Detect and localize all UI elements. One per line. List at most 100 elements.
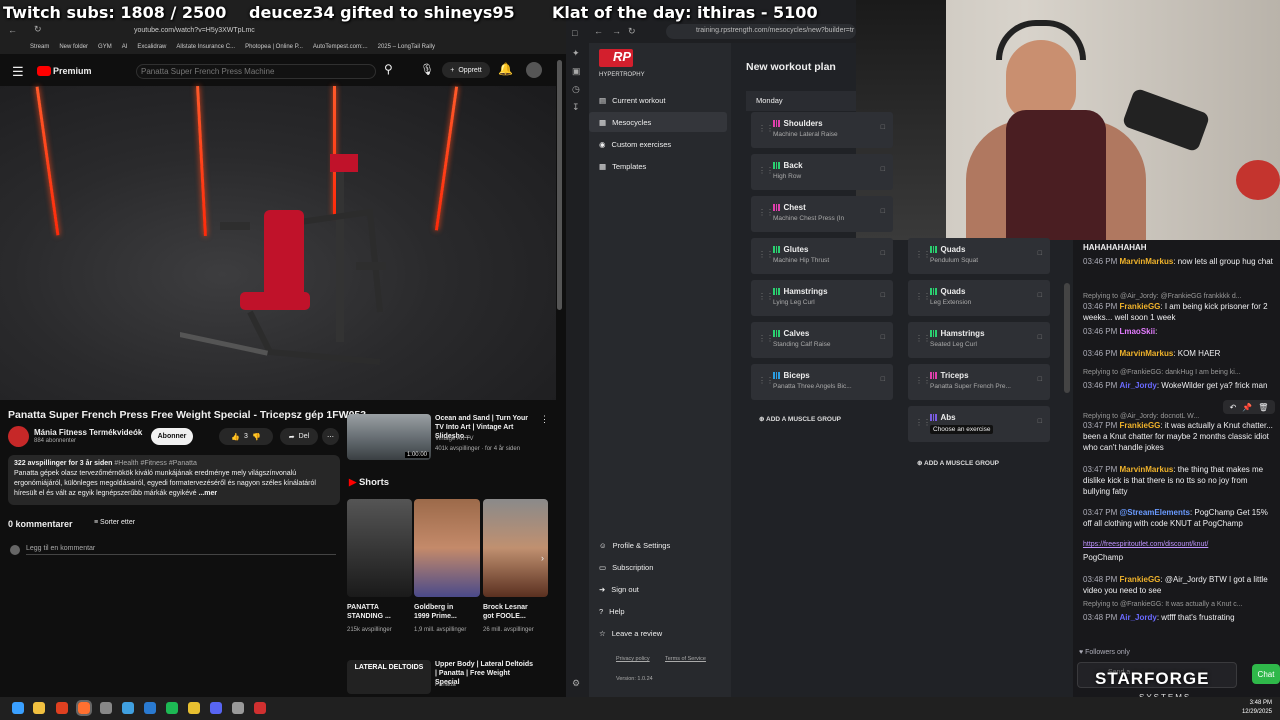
drag-handle-icon[interactable]: ⋮⋮ (758, 124, 774, 133)
microphone-icon[interactable]: 🎙 (420, 63, 434, 76)
exercise-card[interactable]: ⋮⋮ Biceps Panatta Three Angels Bic... □ (751, 364, 893, 400)
nav-sign-out[interactable]: ➜ Sign out (589, 579, 727, 599)
pin-icon[interactable]: 📌 (1242, 402, 1252, 413)
bookmark-item[interactable]: AI (122, 44, 128, 50)
drag-handle-icon[interactable]: ⋮⋮ (915, 250, 931, 259)
app-icon[interactable] (254, 702, 266, 714)
description-more-link[interactable]: ...mer (198, 490, 217, 497)
subscribe-button[interactable]: Abonner (151, 428, 193, 445)
spotify-icon[interactable] (166, 702, 178, 714)
exercise-card[interactable]: ⋮⋮ Chest Machine Chest Press (In □ (751, 196, 893, 232)
bookmark-item[interactable]: Excalidraw (137, 44, 166, 50)
sparkle-icon[interactable]: ✦ (572, 48, 580, 59)
url-bar[interactable]: ← ↻ youtube.com/watch?v=H5y3XWTpLmc (0, 22, 566, 40)
notifications-icon[interactable]: 🔔 (498, 62, 513, 76)
delete-icon[interactable]: □ (881, 376, 885, 383)
drag-handle-icon[interactable]: ⋮⋮ (758, 208, 774, 217)
brave-icon[interactable] (56, 702, 68, 714)
nav-custom-exercises[interactable]: ◉ Custom exercises (589, 134, 727, 154)
avatar[interactable] (526, 62, 542, 78)
exercise-name[interactable]: Machine Chest Press (In (773, 215, 883, 222)
channel-avatar[interactable] (8, 426, 29, 447)
short-thumbnail[interactable] (414, 499, 480, 597)
exercise-name[interactable]: Pendulum Squat (930, 257, 1040, 264)
exercise-card[interactable]: ⋮⋮ Glutes Machine Hip Thrust □ (751, 238, 893, 274)
chat-username[interactable]: MarvinMarkus (1119, 257, 1173, 266)
bookmark-item[interactable]: AutoTempest.com:... (313, 44, 368, 50)
video-description[interactable]: 322 avspillinger for 3 år siden #Health … (8, 455, 340, 505)
delete-icon[interactable]: □ (881, 124, 885, 131)
delete-icon[interactable]: □ (1038, 334, 1042, 341)
more-options-icon[interactable]: ⋮ (540, 414, 549, 425)
nav-templates[interactable]: ▦ Templates (589, 156, 727, 176)
search-icon[interactable]: ⚲ (384, 62, 393, 76)
recommended-video-channel[interactable]: Vintage Art TV (435, 436, 473, 442)
drag-handle-icon[interactable]: ⋮⋮ (758, 334, 774, 343)
thumbs-up-icon[interactable]: 👍 (231, 433, 240, 441)
app-icon[interactable] (232, 702, 244, 714)
bookmark-item[interactable]: Allstate Insurance C... (176, 44, 235, 50)
exercise-card[interactable]: ⋮⋮ Quads Pendulum Squat □ (908, 238, 1050, 274)
drag-handle-icon[interactable]: ⋮⋮ (915, 334, 931, 343)
exercise-card[interactable]: ⋮⋮ Back High Row □ (751, 154, 893, 190)
chat-username[interactable]: MarvinMarkus (1119, 349, 1173, 358)
shorts-next-icon[interactable]: › (541, 553, 544, 563)
sidebar-toggle-icon[interactable]: □ (572, 28, 577, 38)
drag-handle-icon[interactable]: ⋮⋮ (915, 292, 931, 301)
forward-icon[interactable]: → (612, 26, 621, 36)
chat-username[interactable]: LmaoSkii (1119, 327, 1155, 336)
exercise-card[interactable]: ⋮⋮ Triceps Panatta Super French Pre... □ (908, 364, 1050, 400)
exercise-name[interactable]: Leg Extension (930, 299, 1040, 306)
exercise-name[interactable]: Machine Hip Thrust (773, 257, 883, 264)
video-thumbnail[interactable]: LATERAL DELTOIDS (347, 660, 431, 694)
delete-icon[interactable]: □ (881, 208, 885, 215)
page-scrollbar[interactable] (557, 60, 562, 310)
nav-current-workout[interactable]: ▤ Current workout (589, 90, 727, 110)
short-thumbnail[interactable] (483, 499, 548, 597)
delete-icon[interactable]: □ (1038, 250, 1042, 257)
chat-send-button[interactable]: Chat (1252, 664, 1280, 684)
video-player[interactable] (0, 86, 556, 400)
description-tags[interactable]: #Health #Fitness #Panatta (114, 460, 197, 467)
back-icon[interactable]: ← (594, 26, 603, 36)
menu-icon[interactable]: ☰ (12, 64, 24, 80)
drag-handle-icon[interactable]: ⋮⋮ (758, 292, 774, 301)
chat-username[interactable]: FrankieGG (1119, 421, 1160, 430)
exercise-name[interactable]: Lying Leg Curl (773, 299, 883, 306)
delete-icon[interactable]: □ (881, 250, 885, 257)
drag-handle-icon[interactable]: ⋮⋮ (758, 250, 774, 259)
chat-link[interactable]: https://freespiritoutlet.com/discount/kn… (1083, 538, 1273, 550)
exercise-card[interactable]: ⋮⋮ Shoulders Machine Lateral Raise □ (751, 112, 893, 148)
delete-icon[interactable]: 🗑 (1258, 402, 1268, 413)
day-header[interactable]: Monday (746, 91, 871, 111)
column-scrollbar[interactable] (1064, 283, 1070, 393)
channel-name[interactable]: Mánia Fitness Termékvideók (34, 428, 142, 437)
firefox-icon[interactable] (76, 700, 92, 716)
exercise-card[interactable]: ⋮⋮ Hamstrings Lying Leg Curl □ (751, 280, 893, 316)
add-muscle-group-button[interactable]: ⊕ ADD A MUSCLE GROUP (917, 459, 999, 467)
share-button[interactable]: ➦ Del (280, 428, 318, 445)
vscode-icon[interactable] (144, 702, 156, 714)
exercise-name[interactable]: Standing Calf Raise (773, 341, 883, 348)
delete-icon[interactable]: □ (1038, 292, 1042, 299)
exercise-name[interactable]: Seated Leg Curl (930, 341, 1040, 348)
short-title[interactable]: Brock Lesnar got FOOLE... (483, 603, 538, 621)
exercise-name[interactable]: Panatta Super French Pre... (930, 383, 1040, 390)
short-title[interactable]: Goldberg in 1999 Prime... (414, 603, 469, 621)
nav-help[interactable]: ? Help (589, 601, 727, 621)
exercise-name[interactable]: High Row (773, 173, 883, 180)
bookmark-item[interactable]: GYM (98, 44, 112, 50)
chat-username[interactable]: FrankieGG (1119, 575, 1160, 584)
search-input[interactable]: Panatta Super French Press Machine (136, 64, 376, 79)
youtube-logo-icon[interactable] (37, 66, 51, 76)
drag-handle-icon[interactable]: ⋮⋮ (758, 166, 774, 175)
app-icon[interactable] (122, 702, 134, 714)
nav-subscription[interactable]: ▭ Subscription (589, 557, 727, 577)
reply-icon[interactable]: ↶ (1230, 402, 1237, 413)
system-clock[interactable]: 3:48 PM 12/29/2025 (1228, 699, 1272, 717)
file-explorer-icon[interactable] (33, 702, 45, 714)
discord-icon[interactable] (210, 702, 222, 714)
chat-username[interactable]: Air_Jordy (1119, 381, 1156, 390)
delete-icon[interactable]: □ (881, 166, 885, 173)
chat-username[interactable]: MarvinMarkus (1119, 465, 1173, 474)
